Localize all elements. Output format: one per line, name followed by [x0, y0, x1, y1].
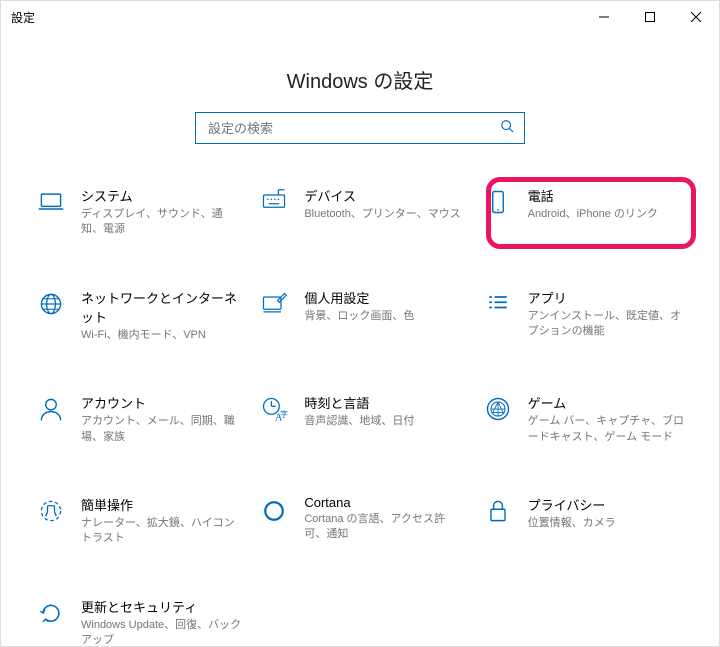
window-title: 設定: [11, 9, 35, 26]
item-name: アカウント: [81, 393, 242, 412]
search-container: [1, 112, 719, 144]
item-desc: アンインストール、既定値、オプションの機能: [528, 309, 689, 340]
lock-icon: [482, 495, 514, 527]
settings-item-time-lang[interactable]: 時刻と言語音声認識、地域、日付: [248, 383, 471, 455]
apps-icon: [482, 288, 514, 320]
settings-item-laptop[interactable]: システムディスプレイ、サウンド、通知、電源: [25, 176, 248, 248]
item-name: 時刻と言語: [304, 393, 465, 412]
item-desc: ゲーム バー、キャプチャ、ブロードキャスト、ゲーム モード: [528, 414, 689, 445]
window-controls: [581, 1, 719, 33]
item-name: ゲーム: [528, 393, 689, 412]
ease-icon: [35, 495, 67, 527]
item-name: デバイス: [304, 186, 465, 205]
item-name: 更新とセキュリティ: [81, 597, 251, 616]
globe-icon: [35, 288, 67, 320]
item-desc: アカウント、メール、同期、職場、家族: [81, 414, 242, 445]
item-name: アプリ: [528, 288, 689, 307]
item-desc: Android、iPhone のリンク: [528, 207, 689, 222]
item-desc: 位置情報、カメラ: [528, 516, 689, 531]
item-desc: 背景、ロック画面、色: [304, 309, 465, 324]
page-title: Windows の設定: [1, 65, 719, 94]
person-icon: [35, 393, 67, 425]
settings-item-cortana[interactable]: Cortana Cortana の言語、アクセス許可、通知: [248, 485, 471, 557]
time-lang-icon: [258, 393, 290, 425]
settings-item-keyboard[interactable]: デバイス Bluetooth、プリンター、マウス: [248, 176, 471, 248]
item-name: 個人用設定: [304, 288, 465, 307]
settings-item-person[interactable]: アカウントアカウント、メール、同期、職場、家族: [25, 383, 248, 455]
item-desc: Cortana の言語、アクセス許可、通知: [304, 512, 465, 543]
cortana-icon: [258, 495, 290, 527]
settings-item-personalize[interactable]: 個人用設定背景、ロック画面、色: [248, 278, 471, 353]
search-icon: [500, 119, 514, 138]
settings-window: 設定 Windows の設定 システムディスプレイ、サウンド、通知、電源デバイス…: [0, 0, 720, 647]
item-name: システム: [81, 186, 242, 205]
settings-item-update[interactable]: 更新とセキュリティ Windows Update、回復、バックアップ: [25, 587, 257, 647]
item-desc: Wi-Fi、機内モード、VPN: [81, 328, 242, 343]
maximize-button[interactable]: [627, 1, 673, 33]
item-desc: Bluetooth、プリンター、マウス: [304, 207, 465, 222]
settings-item-lock[interactable]: プライバシー位置情報、カメラ: [472, 485, 695, 557]
item-name: 簡単操作: [81, 495, 242, 514]
item-name: ネットワークとインターネット: [81, 288, 242, 326]
item-desc: Windows Update、回復、バックアップ: [81, 618, 251, 647]
close-button[interactable]: [673, 1, 719, 33]
item-name: プライバシー: [528, 495, 689, 514]
minimize-button[interactable]: [581, 1, 627, 33]
titlebar: 設定: [1, 1, 719, 33]
search-box[interactable]: [195, 112, 525, 144]
item-name: Cortana: [304, 495, 465, 510]
settings-item-ease[interactable]: 簡単操作ナレーター、拡大鏡、ハイコントラスト: [25, 485, 248, 557]
keyboard-icon: [258, 186, 290, 218]
settings-item-phone[interactable]: 電話 Android、iPhone のリンク: [472, 176, 695, 248]
personalize-icon: [258, 288, 290, 320]
item-desc: 音声認識、地域、日付: [304, 414, 465, 429]
laptop-icon: [35, 186, 67, 218]
update-icon: [35, 597, 67, 629]
settings-item-game[interactable]: ゲームゲーム バー、キャプチャ、ブロードキャスト、ゲーム モード: [472, 383, 695, 455]
settings-grid: システムディスプレイ、サウンド、通知、電源 デバイス Bluetooth、プリンター…: [1, 176, 719, 647]
settings-item-apps[interactable]: アプリアンインストール、既定値、オプションの機能: [472, 278, 695, 353]
game-icon: [482, 393, 514, 425]
item-name: 電話: [528, 186, 689, 205]
phone-icon: [482, 186, 514, 218]
search-input[interactable]: [206, 120, 500, 137]
item-desc: ナレーター、拡大鏡、ハイコントラスト: [81, 516, 242, 547]
item-desc: ディスプレイ、サウンド、通知、電源: [81, 207, 242, 238]
settings-item-globe[interactable]: ネットワークとインターネット Wi-Fi、機内モード、VPN: [25, 278, 248, 353]
